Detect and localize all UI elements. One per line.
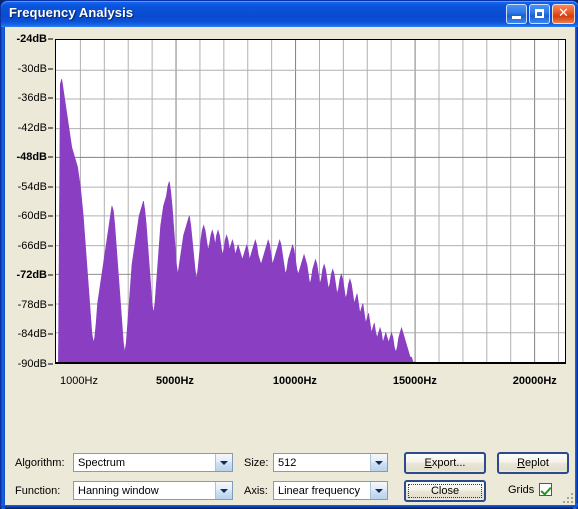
y-axis-tick <box>48 245 53 247</box>
spectrum-chart: -24dB -30dB -36dB -42dB -48dB -54dB -60dB -66dB… <box>5 27 575 417</box>
export-button[interactable]: Export... <box>404 452 486 474</box>
replot-button-label: Replot <box>517 457 549 469</box>
size-value: 512 <box>278 456 297 469</box>
window-frame: Frequency Analysis -24dB-30dB-36dB-42dB-… <box>0 0 578 509</box>
axis-select[interactable]: Linear frequency <box>273 481 388 500</box>
y-axis-label: -24dB <box>16 33 47 45</box>
axis-value: Linear frequency <box>278 484 360 497</box>
grids-checkbox-row[interactable]: Grids <box>508 483 553 496</box>
algorithm-value: Spectrum <box>78 456 126 469</box>
y-axis-label: -54dB <box>17 180 47 193</box>
close-window-button[interactable] <box>552 4 575 24</box>
export-button-label: Export... <box>424 457 466 469</box>
grids-label: Grids <box>508 483 535 496</box>
grids-checkbox[interactable] <box>539 483 553 496</box>
function-label: Function: <box>15 485 61 497</box>
y-axis-tick <box>48 127 53 129</box>
y-axis-tick <box>48 97 53 99</box>
title-bar[interactable]: Frequency Analysis <box>1 1 578 27</box>
function-select[interactable]: Hanning window <box>73 481 233 500</box>
client-area: -24dB -30dB -36dB -42dB -48dB -54dB -60dB -66dB… <box>5 27 575 505</box>
y-axis-label: -48dB <box>16 151 47 164</box>
y-axis-label: -78dB <box>17 298 47 311</box>
y-axis-label: -30dB <box>17 62 47 75</box>
y-axis-label: -60dB <box>17 210 47 223</box>
y-axis-tick <box>48 333 53 335</box>
resize-grip[interactable] <box>559 489 573 503</box>
algorithm-select[interactable]: Spectrum <box>73 453 233 472</box>
axis-label: Axis: <box>244 485 268 497</box>
y-axis-label: -42dB <box>17 121 47 134</box>
y-axis-tick <box>48 304 53 306</box>
replot-button[interactable]: Replot <box>497 452 569 474</box>
maximize-button[interactable] <box>529 4 550 24</box>
focus-ring <box>408 484 482 498</box>
y-axis-tick <box>48 68 53 70</box>
y-axis-tick <box>48 215 53 217</box>
chevron-down-icon[interactable] <box>370 482 387 499</box>
algorithm-label: Algorithm: <box>15 457 65 469</box>
x-axis-label: 15000Hz <box>392 375 437 387</box>
plot-area[interactable] <box>55 39 566 364</box>
y-axis-label: -36dB <box>17 92 47 105</box>
function-value: Hanning window <box>78 484 159 497</box>
caption-button-group <box>506 4 575 24</box>
y-axis-label: -72dB <box>16 269 47 282</box>
chevron-down-icon[interactable] <box>215 482 232 499</box>
spectrum-curve <box>58 78 415 362</box>
y-axis-tick <box>48 156 53 158</box>
chevron-down-icon[interactable] <box>370 454 387 471</box>
y-axis-tick <box>48 186 53 188</box>
y-axis-tick <box>48 38 53 40</box>
y-axis-label: -84dB <box>17 328 47 341</box>
x-axis: 1000Hz 5000Hz 10000Hz 15000Hz 20000Hz <box>55 367 566 395</box>
x-axis-label: 20000Hz <box>512 375 557 387</box>
y-axis-tick <box>48 363 53 365</box>
x-axis-label: 10000Hz <box>272 375 317 387</box>
controls-panel: Algorithm: Spectrum Function: Hanning wi… <box>5 419 575 505</box>
x-axis-label: 1000Hz <box>60 375 98 387</box>
y-axis-label: -90dB <box>17 358 47 370</box>
y-axis-label: -66dB <box>17 239 47 252</box>
size-label: Size: <box>244 457 269 469</box>
close-button[interactable]: Close <box>404 480 486 502</box>
size-select[interactable]: 512 <box>273 453 388 472</box>
window-title: Frequency Analysis <box>9 5 134 20</box>
minimize-button[interactable] <box>506 4 527 24</box>
y-axis: -24dB -30dB -36dB -42dB -48dB -54dB -60dB -66dB… <box>5 33 53 370</box>
chevron-down-icon[interactable] <box>215 454 232 471</box>
y-axis-tick <box>48 274 53 276</box>
x-axis-label: 5000Hz <box>155 375 194 387</box>
